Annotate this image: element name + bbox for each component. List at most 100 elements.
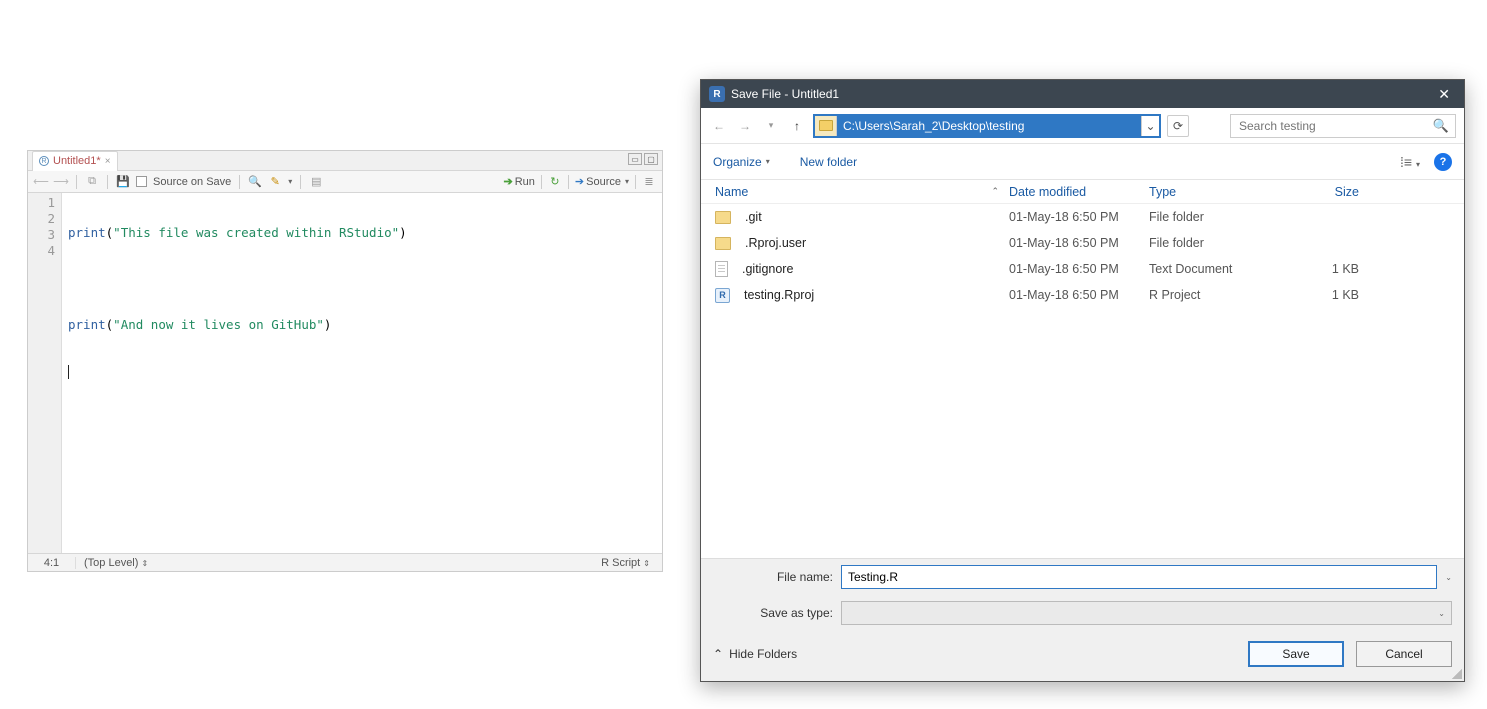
file-name-input[interactable] (841, 565, 1437, 589)
code-area[interactable]: print("This file was created within RStu… (62, 193, 662, 553)
show-in-new-window-icon[interactable]: ⧉ (85, 175, 99, 189)
back-icon[interactable]: ⟵ (34, 175, 48, 189)
code-tools-dropdown[interactable]: ▾ (288, 177, 292, 186)
view-options-icon[interactable]: ⁞≡ ▾ (1400, 154, 1420, 170)
run-arrow-icon: ➔ (504, 175, 513, 188)
column-name-header[interactable]: Name (715, 185, 748, 199)
save-file-dialog: R Save File - Untitled1 ✕ ← → ▾ ↑ ⌄ ⟳ 🔍 … (700, 79, 1465, 682)
organize-button[interactable]: Organize ▾ (713, 155, 770, 169)
help-icon[interactable]: ? (1434, 153, 1452, 171)
rstudio-app-icon: R (709, 86, 725, 102)
code-tools-icon[interactable]: ✎ (268, 175, 282, 189)
editor-tabbar: R Untitled1* × ▭ ▢ (28, 151, 662, 171)
save-button[interactable]: Save (1248, 641, 1344, 667)
rerun-icon[interactable]: ↻ (548, 175, 562, 189)
text-cursor (68, 365, 69, 379)
organize-label: Organize (713, 155, 762, 169)
refresh-icon[interactable]: ⟳ (1167, 115, 1189, 137)
column-size-header[interactable]: Size (1289, 185, 1359, 199)
nav-up-icon[interactable]: ↑ (787, 116, 807, 136)
folder-icon (715, 211, 731, 224)
code-token: ) (399, 225, 407, 240)
maximize-pane-button[interactable]: ▢ (644, 153, 658, 165)
code-token: "This file was created within RStudio" (113, 225, 399, 240)
r-file-icon: R (39, 156, 49, 166)
address-input[interactable] (837, 116, 1141, 136)
file-row[interactable]: .git 01-May-18 6:50 PM File folder (701, 204, 1464, 230)
save-button-label: Save (1282, 647, 1309, 661)
compile-report-icon[interactable]: ▤ (309, 175, 323, 189)
file-row[interactable]: .Rproj.user 01-May-18 6:50 PM File folde… (701, 230, 1464, 256)
file-row[interactable]: Rtesting.Rproj 01-May-18 6:50 PM R Proje… (701, 282, 1464, 308)
search-box[interactable]: 🔍 (1230, 114, 1456, 138)
editor-body[interactable]: 1 2 3 4 print("This file was created wit… (28, 193, 662, 553)
source-label: Source (586, 176, 621, 188)
pane-window-controls: ▭ ▢ (628, 153, 658, 165)
file-date: 01-May-18 6:50 PM (1009, 236, 1149, 250)
file-type: Text Document (1149, 262, 1289, 276)
code-token: ) (324, 317, 332, 332)
folder-icon (715, 237, 731, 250)
dialog-footer: ⌃ Hide Folders Save Cancel (701, 631, 1464, 681)
scope-label: (Top Level) (84, 557, 141, 569)
nav-forward-icon[interactable]: → (735, 116, 755, 136)
file-type: File folder (1149, 210, 1289, 224)
save-icon[interactable]: 💾 (116, 175, 130, 189)
cancel-button-label: Cancel (1385, 647, 1422, 661)
line-number-gutter: 1 2 3 4 (28, 193, 62, 553)
hide-folders-label: Hide Folders (729, 647, 797, 661)
editor-tab-label: Untitled1* (53, 155, 101, 167)
file-list-header[interactable]: Name ⌃ Date modified Type Size (701, 180, 1464, 204)
line-number: 3 (28, 227, 55, 243)
source-button[interactable]: ➔ Source (575, 175, 621, 188)
file-name: .gitignore (742, 262, 793, 276)
close-icon[interactable]: × (105, 156, 111, 167)
save-as-type-select[interactable]: ⌄ (841, 601, 1452, 625)
minimize-pane-button[interactable]: ▭ (628, 153, 642, 165)
file-name-label: File name: (713, 570, 833, 584)
file-date: 01-May-18 6:50 PM (1009, 210, 1149, 224)
cancel-button[interactable]: Cancel (1356, 641, 1452, 667)
language-label: R Script (601, 557, 643, 569)
nav-back-icon[interactable]: ← (709, 116, 729, 136)
source-on-save-checkbox[interactable] (136, 176, 147, 187)
editor-statusbar: 4:1 (Top Level) ⇕ R Script ⇕ (28, 553, 662, 571)
address-bar[interactable]: ⌄ (813, 114, 1161, 138)
file-date: 01-May-18 6:50 PM (1009, 262, 1149, 276)
dialog-bottom-area: File name: ⌄ Save as type: ⌄ ⌃ Hide Fold… (701, 558, 1464, 681)
address-dropdown[interactable]: ⌄ (1141, 116, 1159, 136)
file-row[interactable]: .gitignore 01-May-18 6:50 PM Text Docume… (701, 256, 1464, 282)
scope-selector[interactable]: (Top Level) ⇕ (76, 557, 589, 569)
source-dropdown[interactable]: ▾ (625, 177, 629, 186)
outline-icon[interactable]: ≣ (642, 175, 656, 189)
nav-recent-dropdown[interactable]: ▾ (761, 116, 781, 136)
search-input[interactable] (1237, 118, 1427, 134)
close-icon[interactable]: ✕ (1432, 86, 1456, 103)
new-folder-label: New folder (800, 155, 857, 169)
sort-ascending-icon: ⌃ (991, 186, 999, 197)
run-button[interactable]: ➔ Run (504, 175, 535, 188)
file-name: testing.Rproj (744, 288, 814, 302)
file-list[interactable]: Name ⌃ Date modified Type Size .git 01-M… (701, 180, 1464, 558)
file-name: .git (745, 210, 762, 224)
line-number: 2 (28, 211, 55, 227)
dialog-title: Save File - Untitled1 (731, 87, 1432, 101)
file-name-dropdown[interactable]: ⌄ (1445, 573, 1452, 582)
rproj-icon: R (715, 288, 730, 303)
editor-tab-untitled1[interactable]: R Untitled1* × (32, 151, 118, 171)
language-selector[interactable]: R Script ⇕ (589, 557, 662, 569)
resize-grip-icon[interactable] (1452, 669, 1462, 679)
find-replace-icon[interactable]: 🔍 (248, 175, 262, 189)
column-date-header[interactable]: Date modified (1009, 185, 1149, 199)
editor-toolbar: ⟵ ⟶ ⧉ 💾 Source on Save 🔍 ✎ ▾ ▤ ➔ Run ↻ ➔… (28, 171, 662, 193)
file-type: File folder (1149, 236, 1289, 250)
file-date: 01-May-18 6:50 PM (1009, 288, 1149, 302)
new-folder-button[interactable]: New folder (800, 155, 857, 169)
hide-folders-button[interactable]: ⌃ Hide Folders (713, 647, 797, 661)
forward-icon[interactable]: ⟶ (54, 175, 68, 189)
file-size: 1 KB (1289, 288, 1359, 302)
cursor-position: 4:1 (28, 557, 76, 569)
column-type-header[interactable]: Type (1149, 185, 1289, 199)
run-label: Run (515, 176, 535, 188)
line-number: 4 (28, 243, 55, 259)
